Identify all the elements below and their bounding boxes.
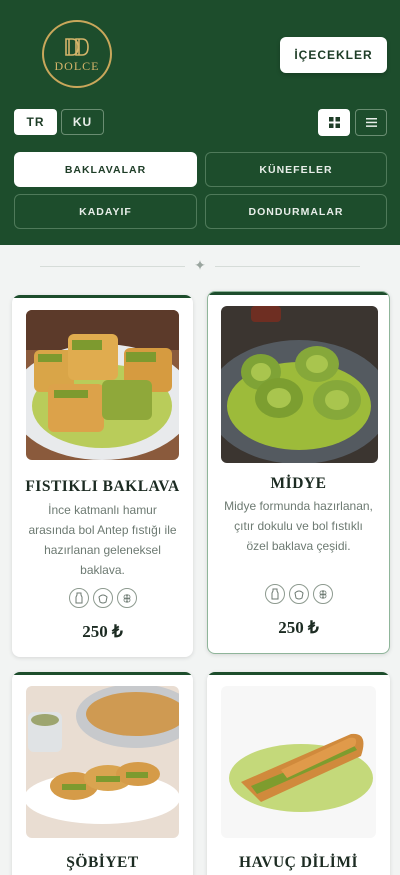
language-tr-button[interactable]: TR bbox=[14, 109, 57, 135]
wheat-icon bbox=[312, 584, 333, 604]
category-dondurmalar[interactable]: DONDURMALAR bbox=[205, 194, 387, 229]
milk-icon bbox=[264, 584, 285, 604]
wheat-icon bbox=[116, 588, 137, 608]
list-view-icon bbox=[365, 118, 377, 127]
product-image-havuc-dilimi bbox=[221, 686, 376, 838]
logo-mark-icon bbox=[65, 37, 89, 56]
nut-icon bbox=[288, 584, 309, 604]
category-kadayif[interactable]: KADAYIF bbox=[14, 194, 197, 229]
product-description: İnce katmanlı hamur arasında bol Antep f… bbox=[28, 503, 177, 577]
section-divider-left bbox=[40, 266, 185, 267]
product-card[interactable]: ŞÖBİYET bbox=[12, 672, 193, 875]
header: DOLCE İÇECEKLER TR KU BAKLAVALAR KÜNEFEL… bbox=[0, 0, 400, 245]
drinks-button[interactable]: İÇECEKLER bbox=[280, 37, 387, 73]
allergen-icons bbox=[208, 584, 389, 604]
product-card[interactable]: MİDYE Midye formunda hazırlanan, çıtır d… bbox=[207, 291, 390, 654]
allergen-icons bbox=[12, 588, 193, 608]
brand-logo[interactable]: DOLCE bbox=[42, 20, 112, 88]
grid-view-icon bbox=[328, 117, 340, 128]
product-card[interactable]: FISTIKLI BAKLAVA İnce katmanlı hamur ara… bbox=[12, 295, 193, 657]
product-image-fistikli-baklava bbox=[26, 310, 179, 460]
list-view-button[interactable] bbox=[355, 109, 387, 136]
nut-icon bbox=[92, 588, 113, 608]
section-divider-right bbox=[215, 266, 360, 267]
milk-icon bbox=[68, 588, 89, 608]
category-baklavalar[interactable]: BAKLAVALAR bbox=[14, 152, 197, 187]
grid-view-button[interactable] bbox=[318, 109, 350, 136]
product-title: HAVUÇ DİLİMİ bbox=[239, 854, 358, 871]
product-image-sobiyet bbox=[26, 686, 179, 838]
product-card[interactable]: HAVUÇ DİLİMİ bbox=[207, 672, 390, 875]
product-title: MİDYE bbox=[270, 475, 327, 492]
brand-name: DOLCE bbox=[54, 58, 100, 73]
product-title: ŞÖBİYET bbox=[66, 854, 139, 871]
product-price: 250 ₺ bbox=[82, 622, 123, 641]
product-price: 250 ₺ bbox=[278, 618, 319, 637]
language-ku-button[interactable]: KU bbox=[61, 109, 104, 135]
product-image-midye bbox=[221, 306, 378, 463]
product-description: Midye formunda hazırlanan, çıtır dokulu … bbox=[224, 499, 373, 553]
sparkle-icon: ✦ bbox=[194, 257, 206, 273]
category-kunefeler[interactable]: KÜNEFELER bbox=[205, 152, 387, 187]
product-title: FISTIKLI BAKLAVA bbox=[25, 478, 180, 495]
